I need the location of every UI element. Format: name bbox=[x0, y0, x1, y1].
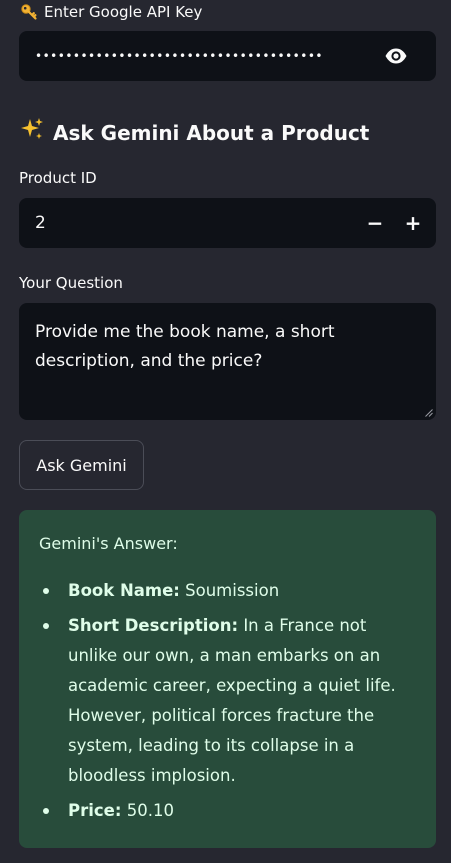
answer-list: Book Name: Soumission Short Description:… bbox=[39, 576, 416, 826]
answer-key: Book Name: bbox=[68, 581, 180, 600]
product-id-value[interactable]: 2 bbox=[35, 213, 356, 233]
list-item: Book Name: Soumission bbox=[39, 576, 416, 606]
list-item: Short Description: In a France not unlik… bbox=[39, 611, 416, 791]
api-key-input[interactable]: •••••••••••••••••••••••••••••••••••••• bbox=[19, 31, 436, 81]
answer-text: 50.10 bbox=[126, 801, 174, 820]
question-value[interactable]: Provide me the book name, a short descri… bbox=[35, 318, 365, 376]
list-item: Price: 50.10 bbox=[39, 796, 416, 826]
answer-title: Gemini's Answer: bbox=[39, 534, 178, 553]
question-textarea[interactable]: Provide me the book name, a short descri… bbox=[19, 303, 436, 420]
resize-handle-icon[interactable] bbox=[425, 409, 433, 417]
section-title: Ask Gemini About a Product bbox=[19, 116, 369, 149]
eye-icon bbox=[385, 48, 407, 64]
product-id-input[interactable]: 2 − + bbox=[19, 198, 436, 248]
ask-gemini-button[interactable]: Ask Gemini bbox=[19, 440, 144, 490]
sparkles-icon bbox=[19, 116, 45, 149]
answer-key: Price: bbox=[68, 801, 122, 820]
answer-success-box: Gemini's Answer: Book Name: Soumission S… bbox=[19, 510, 436, 848]
section-title-text: Ask Gemini About a Product bbox=[53, 120, 370, 145]
answer-text: In a France not unlike our own, a man em… bbox=[68, 616, 396, 785]
api-key-label-text: Enter Google API Key bbox=[44, 3, 203, 21]
app-page: Enter Google API Key •••••••••••••••••••… bbox=[0, 0, 451, 863]
api-key-label: Enter Google API Key bbox=[20, 2, 202, 22]
decrement-button[interactable]: − bbox=[356, 198, 394, 248]
key-icon bbox=[20, 3, 38, 21]
increment-button[interactable]: + bbox=[394, 198, 432, 248]
product-id-label: Product ID bbox=[19, 169, 97, 187]
answer-key: Short Description: bbox=[68, 616, 239, 635]
question-label: Your Question bbox=[19, 274, 123, 292]
show-password-button[interactable] bbox=[376, 36, 416, 76]
answer-text: Soumission bbox=[185, 581, 280, 600]
api-key-value[interactable]: •••••••••••••••••••••••••••••••••••••• bbox=[35, 49, 376, 63]
